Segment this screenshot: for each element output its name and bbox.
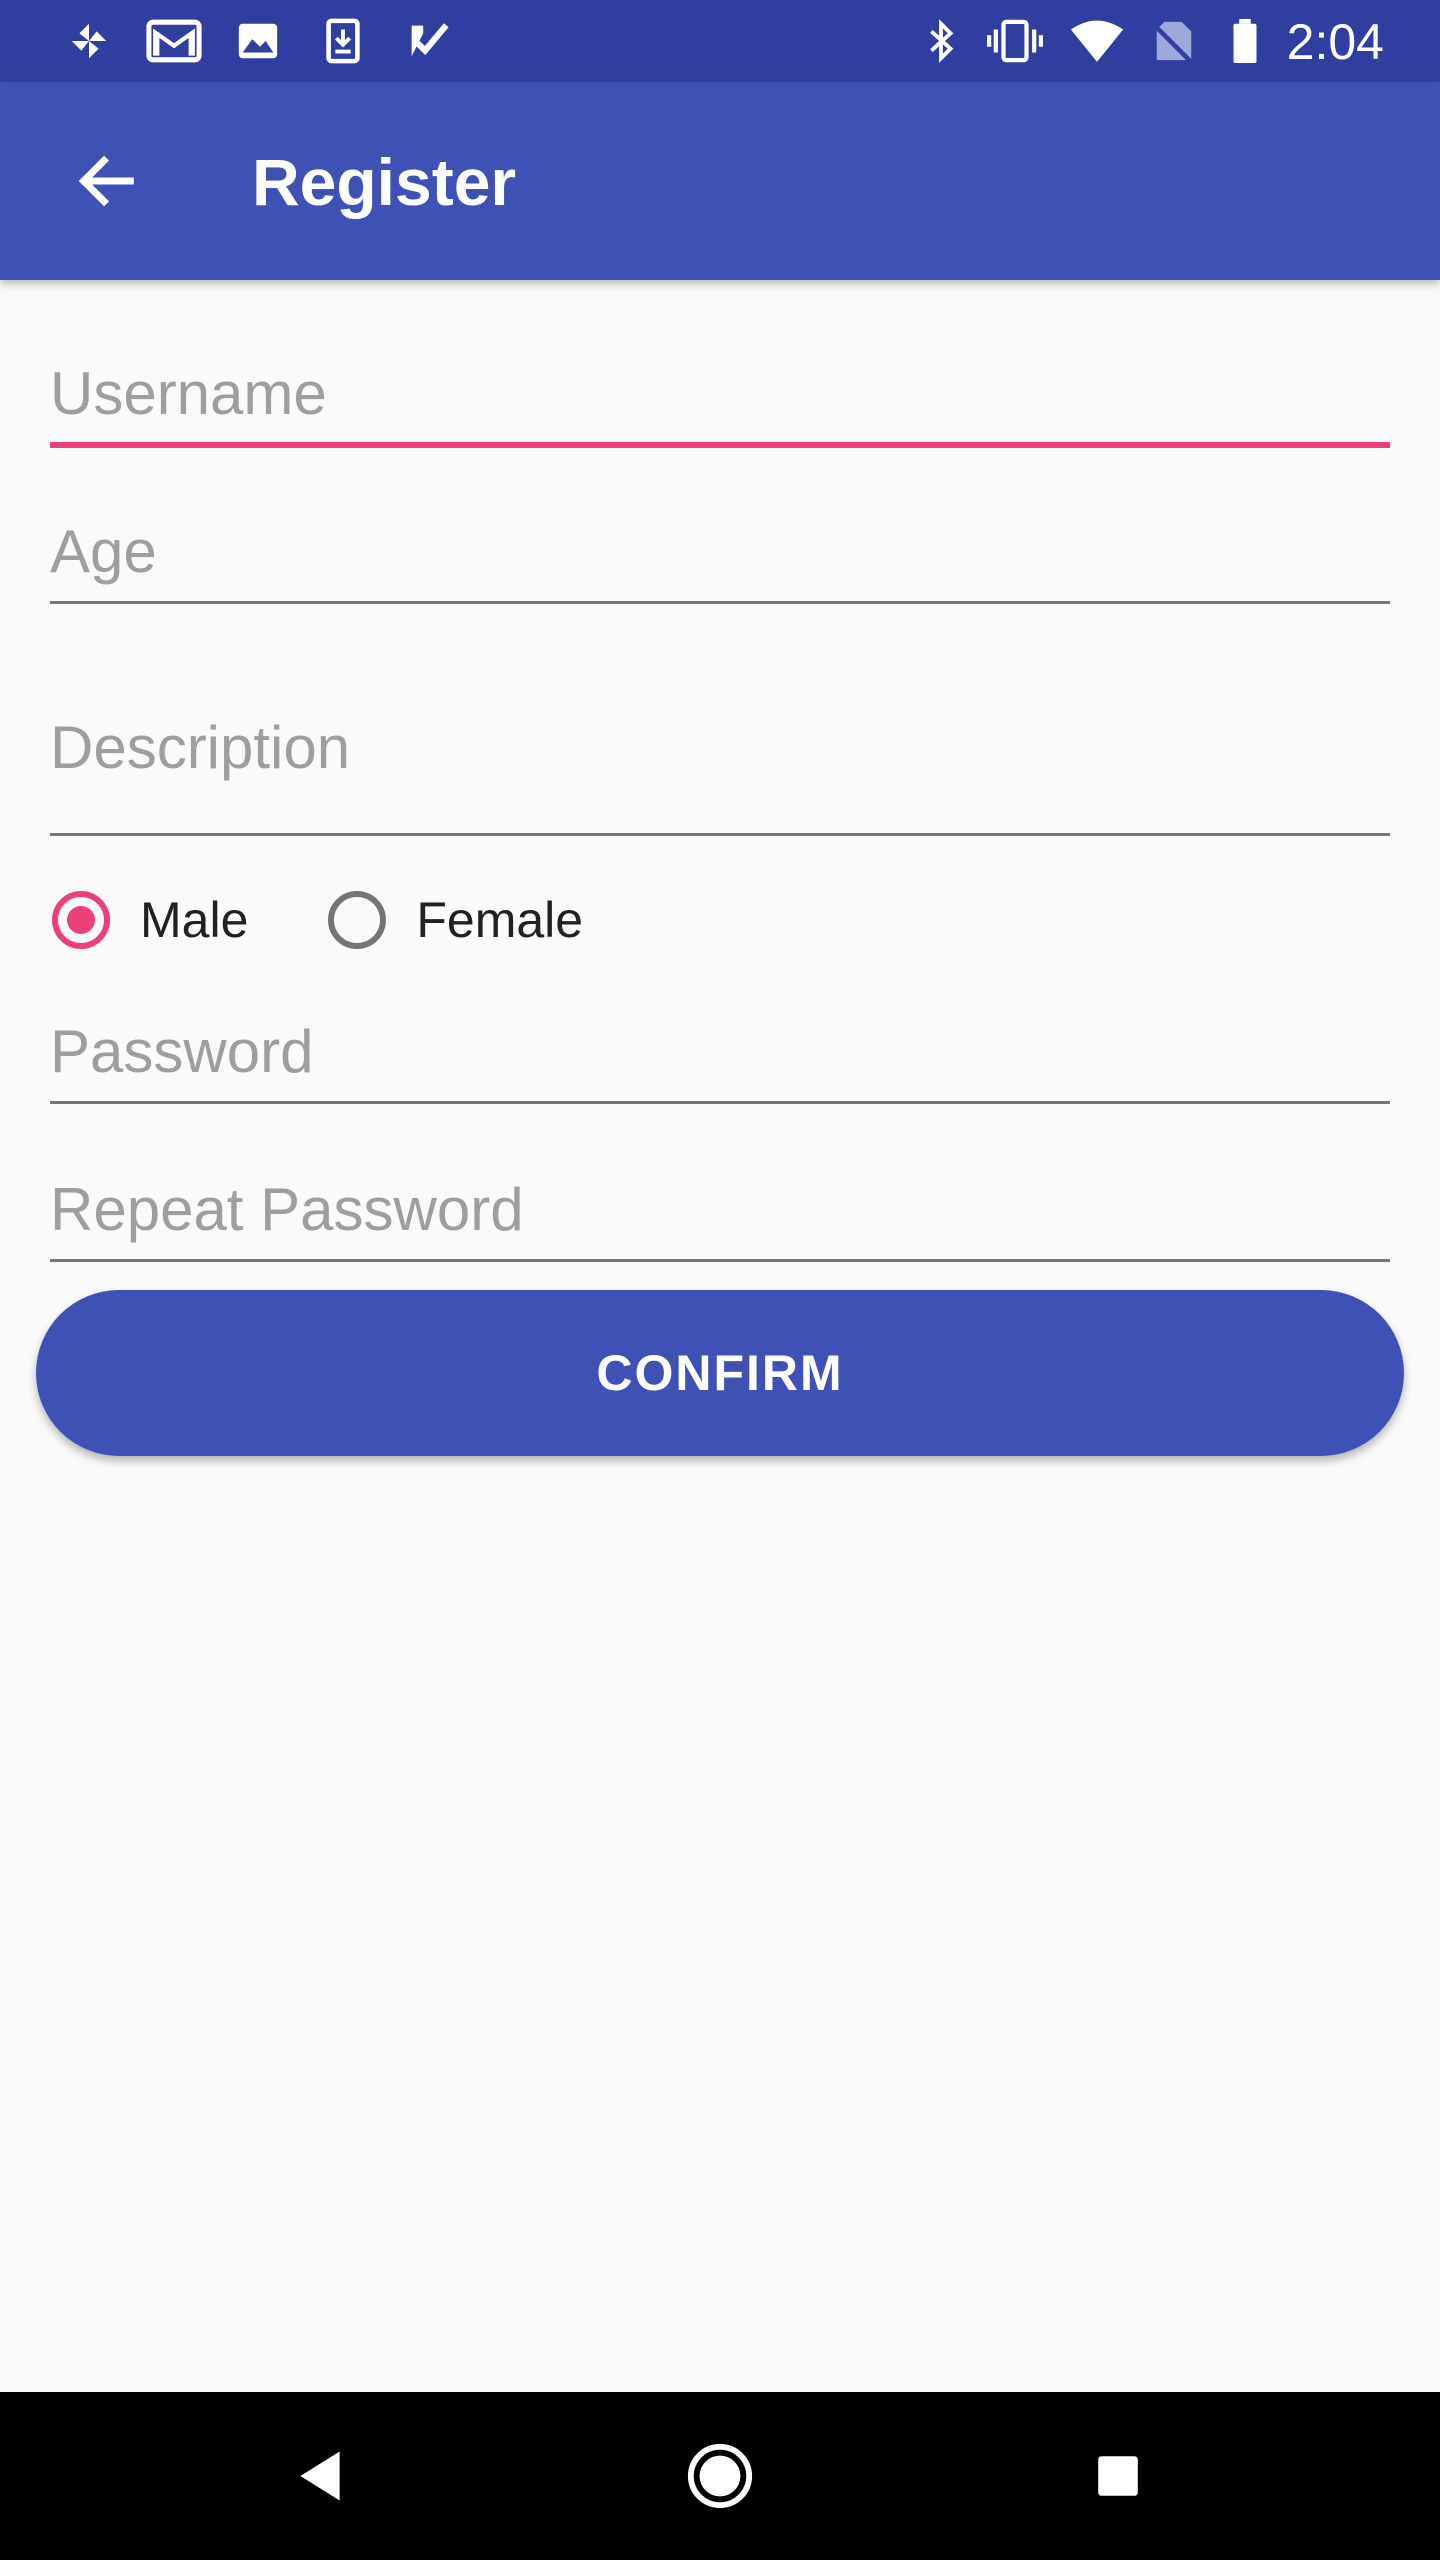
password-input[interactable] [50,1010,1390,1094]
radio-unchecked-icon[interactable] [328,891,387,949]
nav-home-button[interactable] [670,2426,770,2526]
back-triangle-icon [300,2451,340,2501]
nav-recents-button[interactable] [1068,2426,1168,2526]
arrow-back-icon [78,155,134,207]
gmail-icon [146,19,202,63]
radio-label-male: Male [140,892,249,948]
description-input[interactable] [50,700,1390,796]
age-input[interactable] [50,510,1390,594]
navigation-bar [0,2392,1440,2560]
photos-icon [238,23,278,59]
bluetooth-icon [930,19,954,63]
radio-checked-icon[interactable] [52,891,110,949]
vibrate-icon [987,19,1043,63]
radio-male[interactable]: Male [52,891,248,949]
page-title: Register [252,145,517,219]
repeat-password-input[interactable] [50,1168,1390,1252]
username-field [50,352,1390,448]
username-underline [50,442,1390,448]
battery-icon [1233,18,1257,64]
home-circle-icon [687,2443,753,2509]
confirm-button[interactable]: CONFIRM [36,1290,1404,1456]
repeat-password-underline [50,1259,1390,1262]
age-underline [50,601,1390,604]
radio-label-female: Female [416,892,584,948]
repeat-password-field [50,1168,1390,1262]
username-input[interactable] [50,352,1390,436]
description-underline [50,833,1390,836]
password-field [50,1010,1390,1104]
nav-back-button[interactable] [270,2426,370,2526]
status-bar: 2:04 [0,0,1440,82]
radio-female[interactable]: Female [328,891,583,949]
gender-radio-group: Male Female [52,876,663,964]
description-field [50,700,1390,836]
no-sim-icon [1153,21,1193,64]
radio-dot [67,906,95,934]
app-bar: Register [0,82,1440,280]
recents-square-icon [1098,2456,1138,2496]
back-button[interactable] [52,126,162,236]
age-field [50,510,1390,604]
wifi-icon [1070,20,1124,62]
pinwheel-icon [71,23,107,59]
password-underline [50,1101,1390,1104]
tasks-icon [411,23,449,57]
status-time: 2:04 [1286,14,1384,70]
download-icon [326,18,360,64]
